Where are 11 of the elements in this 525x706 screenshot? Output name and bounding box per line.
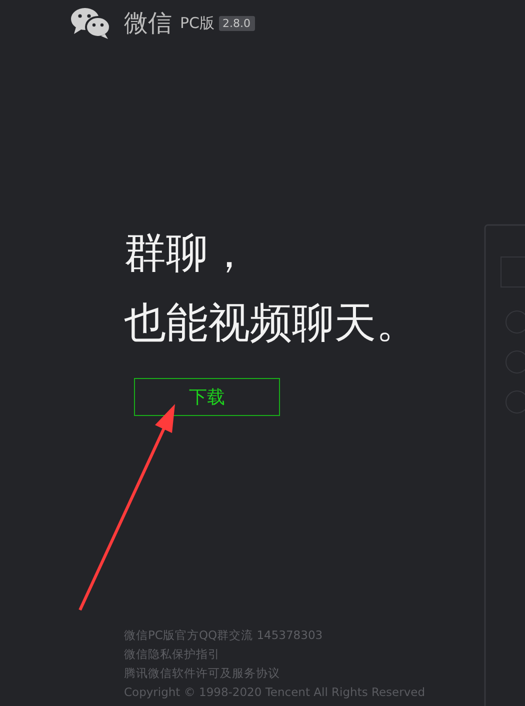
- footer-link[interactable]: 微信隐私保护指引: [124, 646, 425, 662]
- chat-bubbles-icon: [70, 7, 112, 39]
- footer-link[interactable]: 微信PC版官方QQ群交流 145378303: [124, 627, 425, 643]
- download-button[interactable]: 下载: [134, 378, 280, 416]
- footer-link[interactable]: 腾讯微信软件许可及服务协议: [124, 665, 425, 681]
- app-name: 微信: [124, 8, 172, 39]
- copyright-text: Copyright © 1998-2020 Tencent All Rights Reserved: [124, 684, 425, 700]
- version-badge: 2.8.0: [218, 16, 255, 30]
- headline: 也能视频聊天。: [124, 297, 419, 349]
- headline: 群聊，: [124, 227, 251, 279]
- edition-label: PC版: [180, 14, 215, 32]
